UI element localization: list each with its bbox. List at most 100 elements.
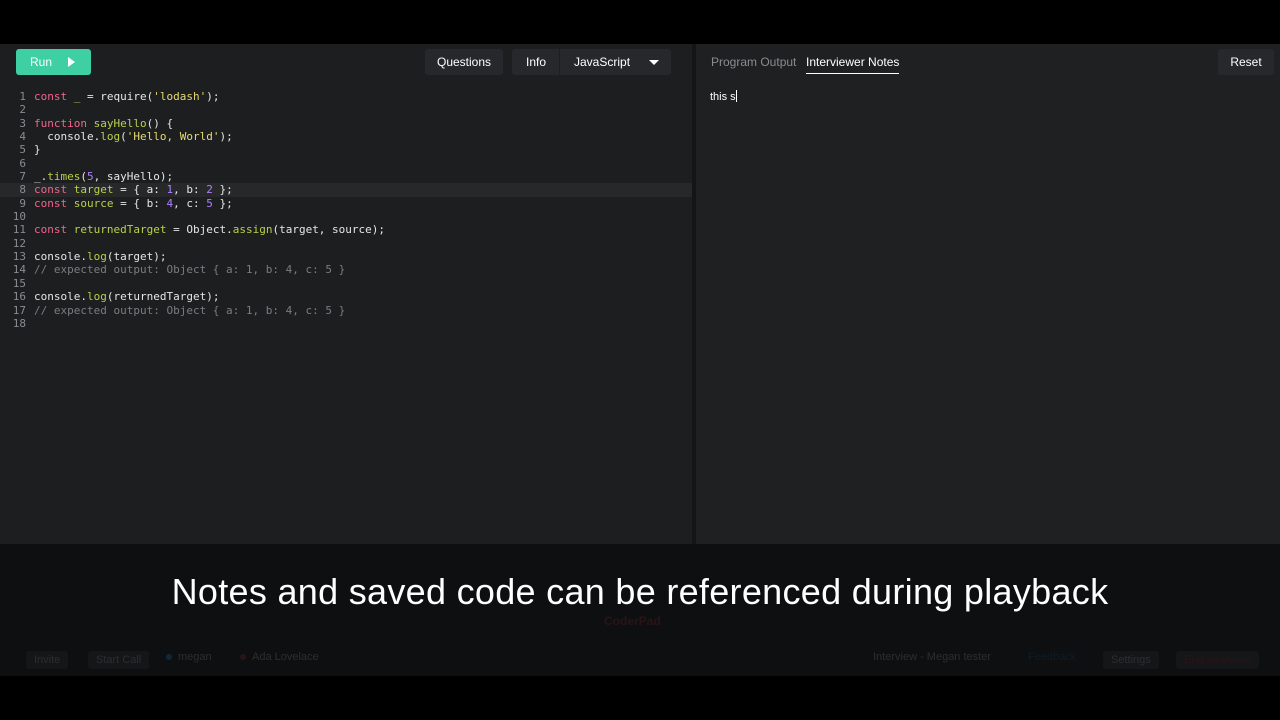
code-token: function (34, 116, 87, 130)
code-token: sayHello (93, 116, 147, 130)
info-button[interactable]: Info (512, 49, 560, 75)
line-number: 1 (19, 90, 26, 103)
questions-label: Questions (436, 55, 492, 69)
editor-toolbar: Run Questions Info JavaScript (0, 44, 692, 80)
line-number: 4 (19, 130, 26, 144)
code-line[interactable]: 14 // expected output: Object { a: 1, b: … (0, 263, 692, 276)
tab-interviewer-notes[interactable]: Interviewer Notes (806, 55, 900, 74)
feedback-link[interactable]: Feedback (1028, 651, 1076, 663)
line-number: 17 (12, 303, 26, 317)
start-call-button[interactable]: Start Call (88, 651, 150, 669)
code-line[interactable]: 6 (0, 157, 692, 170)
code-editor[interactable]: 1 const _ = require('lodash'); 2 3 function … (0, 90, 692, 330)
code-token: const (34, 90, 68, 103)
settings-button[interactable]: Settings (1103, 651, 1159, 669)
code-line[interactable]: 5} (0, 143, 692, 156)
end-interview-button[interactable]: End Interview (1176, 651, 1259, 669)
line-number: 11 (12, 223, 26, 237)
text-cursor (735, 90, 737, 102)
line-content: _.times(5, sayHello); (34, 170, 173, 183)
code-token: (returnedTarget); (106, 290, 220, 304)
code-line[interactable]: 16 console.log(returnedTarget); (0, 290, 692, 303)
line-content: const _ = require('lodash'); (34, 90, 219, 103)
code-line[interactable]: 10 (0, 210, 692, 223)
line-number: 9 (19, 196, 26, 210)
play-icon (68, 57, 75, 67)
line-content: console.log('Hello, World'); (34, 130, 233, 144)
line-content: } (34, 143, 41, 156)
code-line[interactable]: 1 const _ = require('lodash'); (0, 90, 692, 103)
code-token: log (86, 290, 107, 304)
code-line[interactable]: 8 const target = { a: 1, b: 2 }; (0, 183, 692, 197)
reset-button[interactable]: Reset (1218, 49, 1274, 75)
code-token: ( (80, 170, 87, 184)
line-content: console.log(returnedTarget); (34, 290, 219, 303)
code-token: 'lodash' (153, 90, 207, 103)
code-token: console. (34, 290, 87, 304)
video-caption: Notes and saved code can be referenced d… (171, 571, 1109, 612)
code-line[interactable]: 17 // expected output: Object { a: 1, b: … (0, 304, 692, 317)
code-token: times (47, 170, 81, 184)
notes-editor[interactable]: this s (710, 90, 1260, 530)
code-line[interactable]: 7 _.times(5, sayHello); (0, 170, 692, 183)
line-content: const returnedTarget = Object.assign(tar… (34, 223, 385, 236)
invite-button[interactable]: Invite (26, 651, 69, 669)
code-line[interactable]: 2 (0, 103, 692, 116)
line-number: 12 (12, 236, 26, 250)
line-number: 7 (19, 170, 26, 184)
output-pane: Program Output Interviewer Notes Reset t… (696, 44, 1280, 544)
questions-button[interactable]: Questions (425, 49, 503, 75)
tab-program-output[interactable]: Program Output (711, 55, 796, 69)
reset-label: Reset (1230, 55, 1262, 69)
code-line[interactable]: 4 console.log('Hello, World'); (0, 130, 692, 143)
caret-down-icon (649, 60, 659, 65)
editor-pane: Run Questions Info JavaScript 1 const _ =… (0, 44, 692, 544)
code-token: = require( (80, 90, 154, 103)
language-select[interactable]: JavaScript (560, 49, 671, 75)
code-token: = { a: (113, 183, 167, 197)
line-number: 2 (19, 103, 26, 117)
code-token: const (34, 223, 68, 237)
code-token: ); (219, 130, 233, 144)
line-number: 16 (12, 290, 26, 304)
code-token: 2 (206, 183, 213, 197)
code-token: (target); (106, 250, 167, 264)
line-number: 13 (12, 250, 26, 264)
code-token: source (73, 196, 114, 210)
code-line[interactable]: 9 const source = { b: 4, c: 5 }; (0, 197, 692, 210)
code-token: }; (212, 183, 233, 197)
code-token: (target, source); (272, 223, 386, 237)
code-token: const (34, 196, 68, 210)
code-token: , c: (173, 196, 207, 210)
participant-ada: Ada Lovelace (240, 651, 319, 663)
line-number: 18 (12, 316, 26, 330)
line-content: console.log(target); (34, 250, 166, 263)
code-line[interactable]: 3 function sayHello() { (0, 117, 692, 130)
line-number: 14 (12, 263, 26, 277)
line-number: 5 (19, 143, 26, 157)
code-token: console. (34, 250, 87, 264)
code-line[interactable]: 11 const returnedTarget = Object.assign(t… (0, 223, 692, 236)
status-dot-icon (240, 654, 246, 660)
code-line[interactable]: 12 (0, 237, 692, 250)
participant-megan: megan (166, 651, 212, 663)
code-token: 5 (206, 196, 213, 210)
code-line[interactable]: 15 (0, 277, 692, 290)
code-line[interactable]: 18 (0, 317, 692, 330)
line-number: 3 (19, 116, 26, 130)
code-token: } (34, 143, 41, 157)
code-token: = { b: (113, 196, 167, 210)
language-label: JavaScript (574, 55, 631, 69)
run-button[interactable]: Run (16, 49, 91, 75)
participant-name: megan (178, 651, 212, 663)
code-token: 5 (87, 170, 94, 184)
code-line[interactable]: 13 console.log(target); (0, 250, 692, 263)
line-number: 10 (12, 210, 26, 224)
participant-name: Ada Lovelace (252, 651, 319, 663)
code-token: , b: (173, 183, 207, 197)
line-number: 6 (19, 156, 26, 170)
